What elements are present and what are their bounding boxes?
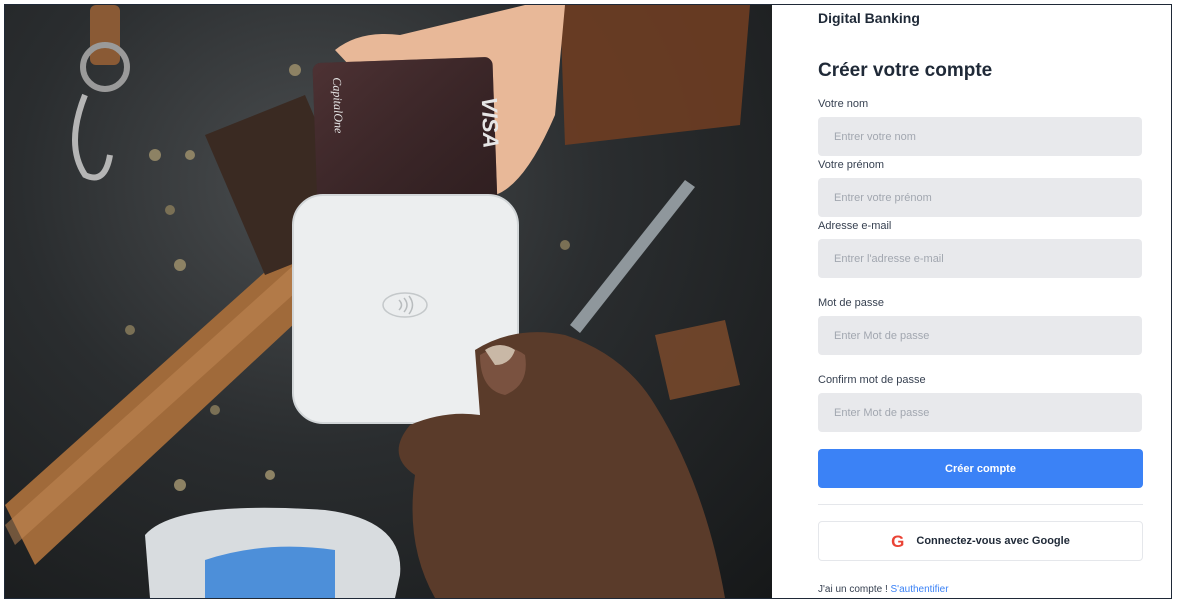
- login-link[interactable]: S'authentifier: [891, 584, 949, 595]
- last-name-input[interactable]: [818, 117, 1142, 156]
- signup-panel: Digital Banking Créer votre compte Votre…: [772, 5, 1171, 598]
- first-name-label: Votre prénom: [818, 159, 885, 171]
- metal-pen: [570, 180, 695, 333]
- first-name-input[interactable]: [818, 178, 1142, 217]
- google-g-icon: G: [891, 531, 905, 551]
- email-label: Adresse e-mail: [818, 220, 892, 232]
- payment-photo-illustration: VISA CapitalOne: [5, 5, 750, 598]
- leather-piece: [560, 5, 750, 145]
- login-prompt: J'ai un compte ! S'authentifier: [818, 584, 949, 595]
- hero-image: VISA CapitalOne: [5, 5, 772, 598]
- last-name-label: Votre nom: [818, 98, 869, 110]
- signup-page: VISA CapitalOne Digital Banking Créer vo…: [4, 4, 1172, 599]
- password-input[interactable]: [818, 316, 1142, 355]
- card-brand-text: VISA: [477, 97, 504, 149]
- leather-strap: [90, 5, 120, 65]
- brand-title: Digital Banking: [818, 10, 920, 26]
- login-prompt-text: J'ai un compte !: [818, 584, 891, 595]
- confirm-password-input[interactable]: [818, 393, 1142, 432]
- card-issuer-text: CapitalOne: [330, 77, 346, 134]
- divider: [818, 504, 1143, 505]
- create-account-button[interactable]: Créer compte: [818, 449, 1143, 488]
- confirm-password-label: Confirm mot de passe: [818, 374, 926, 386]
- google-signin-label: Connectez-vous avec Google: [916, 535, 1070, 547]
- form-title: Créer votre compte: [818, 60, 993, 81]
- email-input[interactable]: [818, 239, 1142, 278]
- metal-hook: [72, 93, 113, 181]
- password-label: Mot de passe: [818, 297, 885, 309]
- google-signin-button[interactable]: G Connectez-vous avec Google: [818, 521, 1143, 561]
